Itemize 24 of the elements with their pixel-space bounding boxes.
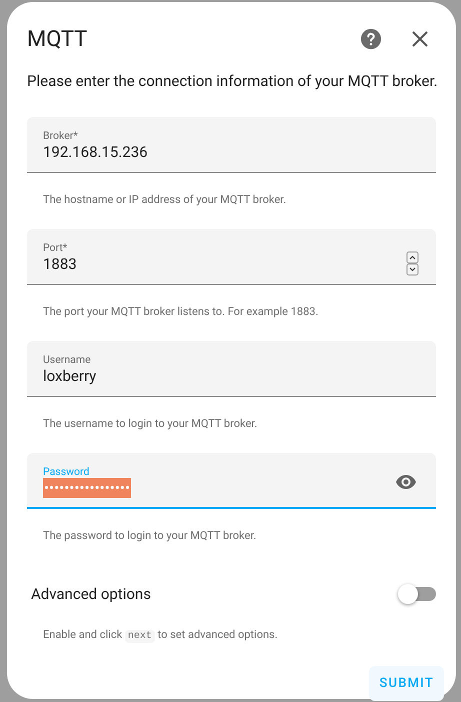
spinner-icon[interactable] bbox=[406, 250, 419, 276]
field-value: 192.168.15.236 bbox=[43, 142, 148, 162]
field-hint: The username to login to your MQTT broker. bbox=[42, 416, 258, 432]
field-value: loxberry bbox=[43, 366, 96, 386]
advanced-options-label: Advanced options bbox=[30, 584, 152, 604]
eye-icon[interactable] bbox=[396, 474, 416, 488]
input-field[interactable]: Username loxberry bbox=[27, 340, 436, 396]
advanced-options-hint: Enable and click next to set advanced options. bbox=[42, 627, 279, 644]
field-label: Broker* bbox=[43, 128, 79, 142]
advanced-options-toggle[interactable] bbox=[400, 586, 436, 601]
input-field[interactable]: Port* 1883 bbox=[27, 228, 436, 284]
dialog-title: MQTT bbox=[27, 26, 88, 54]
field-hint: The password to login to your MQTT broker. bbox=[42, 528, 258, 544]
field-value: 1883 bbox=[43, 254, 77, 274]
help-icon[interactable] bbox=[360, 28, 382, 50]
field-hint: The port your MQTT broker listens to. For example 1883. bbox=[42, 304, 320, 320]
field-label: Username bbox=[43, 352, 92, 366]
field-label: Port* bbox=[43, 240, 68, 254]
input-field[interactable]: Broker* 192.168.15.236 bbox=[27, 116, 436, 172]
close-icon[interactable] bbox=[412, 31, 428, 47]
field-hint: The hostname or IP address of your MQTT broker. bbox=[42, 192, 288, 208]
field-value: ••••••••••••••••• bbox=[43, 478, 132, 498]
field-label: Password bbox=[43, 464, 90, 478]
dialog-description: Please enter the connection information of your MQTT broker. bbox=[27, 71, 436, 92]
